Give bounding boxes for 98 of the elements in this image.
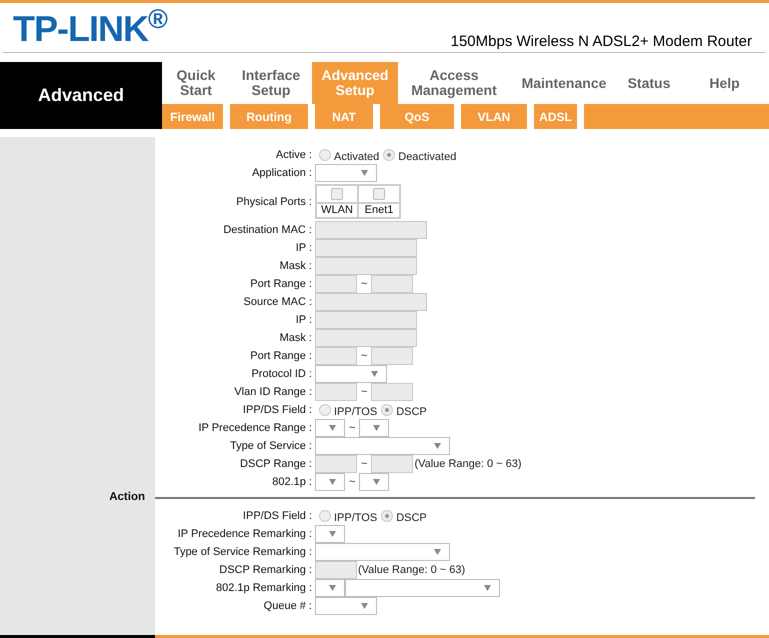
- radio-label: IPP/TOS: [334, 510, 378, 524]
- input-field[interactable]: [315, 347, 357, 365]
- input-field[interactable]: [315, 455, 357, 473]
- dropdown-arrow-icon: [329, 479, 336, 485]
- field-label: IP Precedence Remarking :: [176, 527, 313, 541]
- dropdown[interactable]: [315, 525, 345, 543]
- radio-button[interactable]: [381, 404, 394, 416]
- dropdown-arrow-icon: [329, 425, 336, 431]
- field-label: Active :: [274, 148, 313, 162]
- sub-tab[interactable]: NAT: [315, 104, 380, 129]
- radio-button[interactable]: [383, 149, 396, 161]
- field-label: DSCP Range :: [239, 457, 313, 471]
- field-label: Mask :: [278, 259, 313, 273]
- radio-label: IPP/TOS: [334, 404, 378, 418]
- input-field[interactable]: [371, 455, 414, 473]
- field-label: IP :: [294, 241, 313, 255]
- dropdown-arrow-icon: [371, 371, 378, 377]
- dropdown[interactable]: [315, 543, 450, 561]
- radio-label: Deactivated: [398, 150, 456, 164]
- tilde-separator: ~: [360, 385, 368, 399]
- tilde-separator: ~: [360, 277, 368, 291]
- dropdown-arrow-icon: [434, 443, 441, 449]
- field-label: IPP/DS Field :: [242, 403, 313, 417]
- field-label: Type of Service Remarking :: [172, 545, 313, 559]
- input-field[interactable]: [371, 275, 414, 293]
- input-field[interactable]: [315, 311, 417, 329]
- section-label: Action: [108, 490, 145, 506]
- dropdown-arrow-icon: [329, 531, 336, 537]
- tilde-separator: ~: [348, 475, 356, 489]
- field-label: IP Precedence Range :: [197, 421, 313, 435]
- field-label: IP :: [294, 313, 313, 327]
- input-field[interactable]: [315, 257, 417, 275]
- input-field[interactable]: [315, 221, 427, 239]
- port-label: WLAN: [316, 203, 358, 218]
- logo: TP-LINK$^{®}$: [12, 3, 167, 47]
- field-label: Destination MAC :: [222, 223, 313, 237]
- input-field[interactable]: [315, 275, 357, 293]
- dropdown[interactable]: [315, 164, 377, 182]
- field-label: IPP/DS Field :: [242, 509, 313, 523]
- dropdown[interactable]: [359, 473, 390, 491]
- dropdown-arrow-icon: [361, 603, 368, 609]
- section-title: Advanced: [0, 62, 162, 129]
- sub-tab[interactable]: Routing: [230, 104, 315, 129]
- field-label: Queue # :: [262, 599, 313, 613]
- sub-tab[interactable]: ADSL: [534, 104, 584, 129]
- input-field[interactable]: [315, 293, 427, 311]
- field-label: Physical Ports :: [235, 194, 313, 208]
- port-label: Enet1: [358, 203, 400, 218]
- dropdown-arrow-icon: [484, 585, 491, 591]
- dropdown-arrow-icon: [329, 585, 336, 591]
- value-range-note: (Value Range: 0 ~ 63): [414, 457, 522, 471]
- dropdown-arrow-icon: [434, 549, 441, 555]
- input-field[interactable]: [315, 561, 357, 579]
- tilde-separator: ~: [360, 457, 368, 471]
- product-name: 150Mbps Wireless N ADSL2+ Modem Router: [450, 32, 753, 52]
- dropdown[interactable]: [315, 437, 450, 455]
- field-label: 802.1p Remarking :: [215, 581, 313, 595]
- sub-tab[interactable]: Firewall: [162, 104, 230, 129]
- radio-button[interactable]: [319, 404, 331, 416]
- dropdown-arrow-icon: [373, 425, 380, 431]
- checkbox[interactable]: [373, 188, 385, 200]
- input-field[interactable]: [315, 329, 417, 347]
- radio-label: DSCP: [396, 510, 427, 524]
- field-label: Application :: [251, 166, 313, 180]
- field-label: 802.1p :: [271, 475, 313, 489]
- input-field[interactable]: [371, 383, 414, 401]
- field-label: Protocol ID :: [250, 367, 313, 381]
- dropdown-arrow-icon: [373, 479, 380, 485]
- radio-button[interactable]: [381, 510, 394, 522]
- radio-label: DSCP: [396, 404, 427, 418]
- dropdown[interactable]: [315, 473, 345, 491]
- radio-button[interactable]: [319, 510, 331, 522]
- checkbox[interactable]: [331, 188, 343, 200]
- field-label: Port Range :: [249, 277, 313, 291]
- input-field[interactable]: [371, 347, 414, 365]
- dropdown-arrow-icon: [361, 170, 368, 176]
- tilde-separator: ~: [360, 349, 368, 363]
- value-range-note: (Value Range: 0 ~ 63): [358, 563, 466, 577]
- input-field[interactable]: [315, 383, 357, 401]
- field-label: Source MAC :: [242, 295, 313, 309]
- dropdown[interactable]: [315, 597, 377, 615]
- field-label: Type of Service :: [229, 439, 313, 453]
- field-label: Vlan ID Range :: [233, 385, 313, 399]
- input-field[interactable]: [315, 239, 417, 257]
- dropdown[interactable]: [359, 419, 390, 437]
- field-label: DSCP Remarking :: [218, 563, 313, 577]
- dropdown[interactable]: [315, 579, 345, 597]
- field-label: Mask :: [278, 331, 313, 345]
- dropdown[interactable]: [315, 419, 345, 437]
- tilde-separator: ~: [348, 421, 356, 435]
- radio-button[interactable]: [319, 149, 331, 161]
- sub-tab[interactable]: VLAN: [461, 104, 534, 129]
- dropdown[interactable]: [315, 365, 387, 383]
- radio-label: Activated: [334, 150, 380, 164]
- sub-tab[interactable]: QoS: [380, 104, 461, 129]
- nav-tab[interactable]: Advanced Setup: [312, 62, 398, 104]
- field-label: Port Range :: [249, 349, 313, 363]
- dropdown[interactable]: [345, 579, 500, 597]
